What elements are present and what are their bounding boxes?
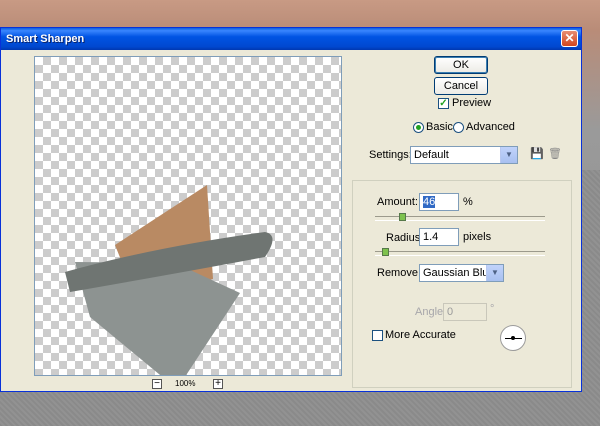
zoom-out-button[interactable]: − (152, 379, 162, 389)
chevron-down-icon: ▼ (500, 147, 517, 163)
angle-label: Angle: (415, 306, 447, 318)
preview-image (65, 185, 273, 375)
zoom-in-button[interactable]: + (213, 379, 223, 389)
radio-advanced[interactable] (453, 122, 464, 133)
more-accurate-label: More Accurate (385, 329, 456, 341)
cancel-button[interactable]: Cancel (434, 77, 488, 95)
settings-value: Default (414, 149, 449, 161)
chevron-down-icon: ▼ (486, 265, 503, 281)
more-accurate-checkbox[interactable] (372, 330, 383, 341)
radio-basic[interactable] (413, 122, 424, 133)
save-settings-icon[interactable]: 💾 (530, 147, 544, 160)
ok-button[interactable]: OK (434, 56, 488, 74)
preview-area[interactable] (34, 56, 342, 376)
angle-unit: ° (490, 303, 495, 315)
angle-input[interactable]: 0 (443, 303, 487, 321)
close-button[interactable]: ✕ (561, 30, 578, 47)
amount-label: Amount: (377, 196, 418, 208)
radio-basic-label: Basic (426, 121, 453, 133)
remove-select[interactable]: Gaussian Blur ▼ (419, 264, 504, 282)
smart-sharpen-dialog: Smart Sharpen ✕ − 100% + OK Cancel ✓ Pre… (0, 27, 582, 392)
angle-value: 0 (447, 306, 454, 318)
radio-advanced-label: Advanced (466, 121, 515, 133)
settings-group (352, 180, 572, 388)
amount-slider-thumb[interactable] (399, 213, 407, 221)
delete-settings-icon[interactable]: 🗑 (548, 147, 562, 160)
preview-label: Preview (452, 97, 492, 109)
title-bar[interactable]: Smart Sharpen ✕ (1, 28, 581, 50)
radius-unit: pixels (463, 231, 492, 243)
remove-value: Gaussian Blur (423, 267, 493, 279)
radius-input[interactable]: 1.4 (419, 228, 459, 246)
remove-label: Remove: (377, 267, 422, 279)
angle-dial[interactable] (500, 325, 526, 351)
preview-checkbox[interactable]: ✓ (438, 98, 449, 109)
angle-dial-dot (511, 336, 515, 340)
radius-slider-thumb[interactable] (381, 248, 389, 256)
amount-value: 46 (423, 196, 436, 208)
radius-label: Radius: (386, 232, 424, 244)
settings-select[interactable]: Default ▼ (410, 146, 518, 164)
window-title: Smart Sharpen (6, 33, 85, 45)
amount-unit: % (463, 196, 473, 208)
radius-value: 1.4 (423, 231, 439, 243)
zoom-level: 100% (175, 379, 196, 388)
radius-slider-track[interactable] (375, 251, 545, 256)
close-icon: ✕ (564, 31, 575, 45)
settings-label: Settings: (369, 149, 412, 161)
amount-input[interactable]: 46 (419, 193, 459, 211)
